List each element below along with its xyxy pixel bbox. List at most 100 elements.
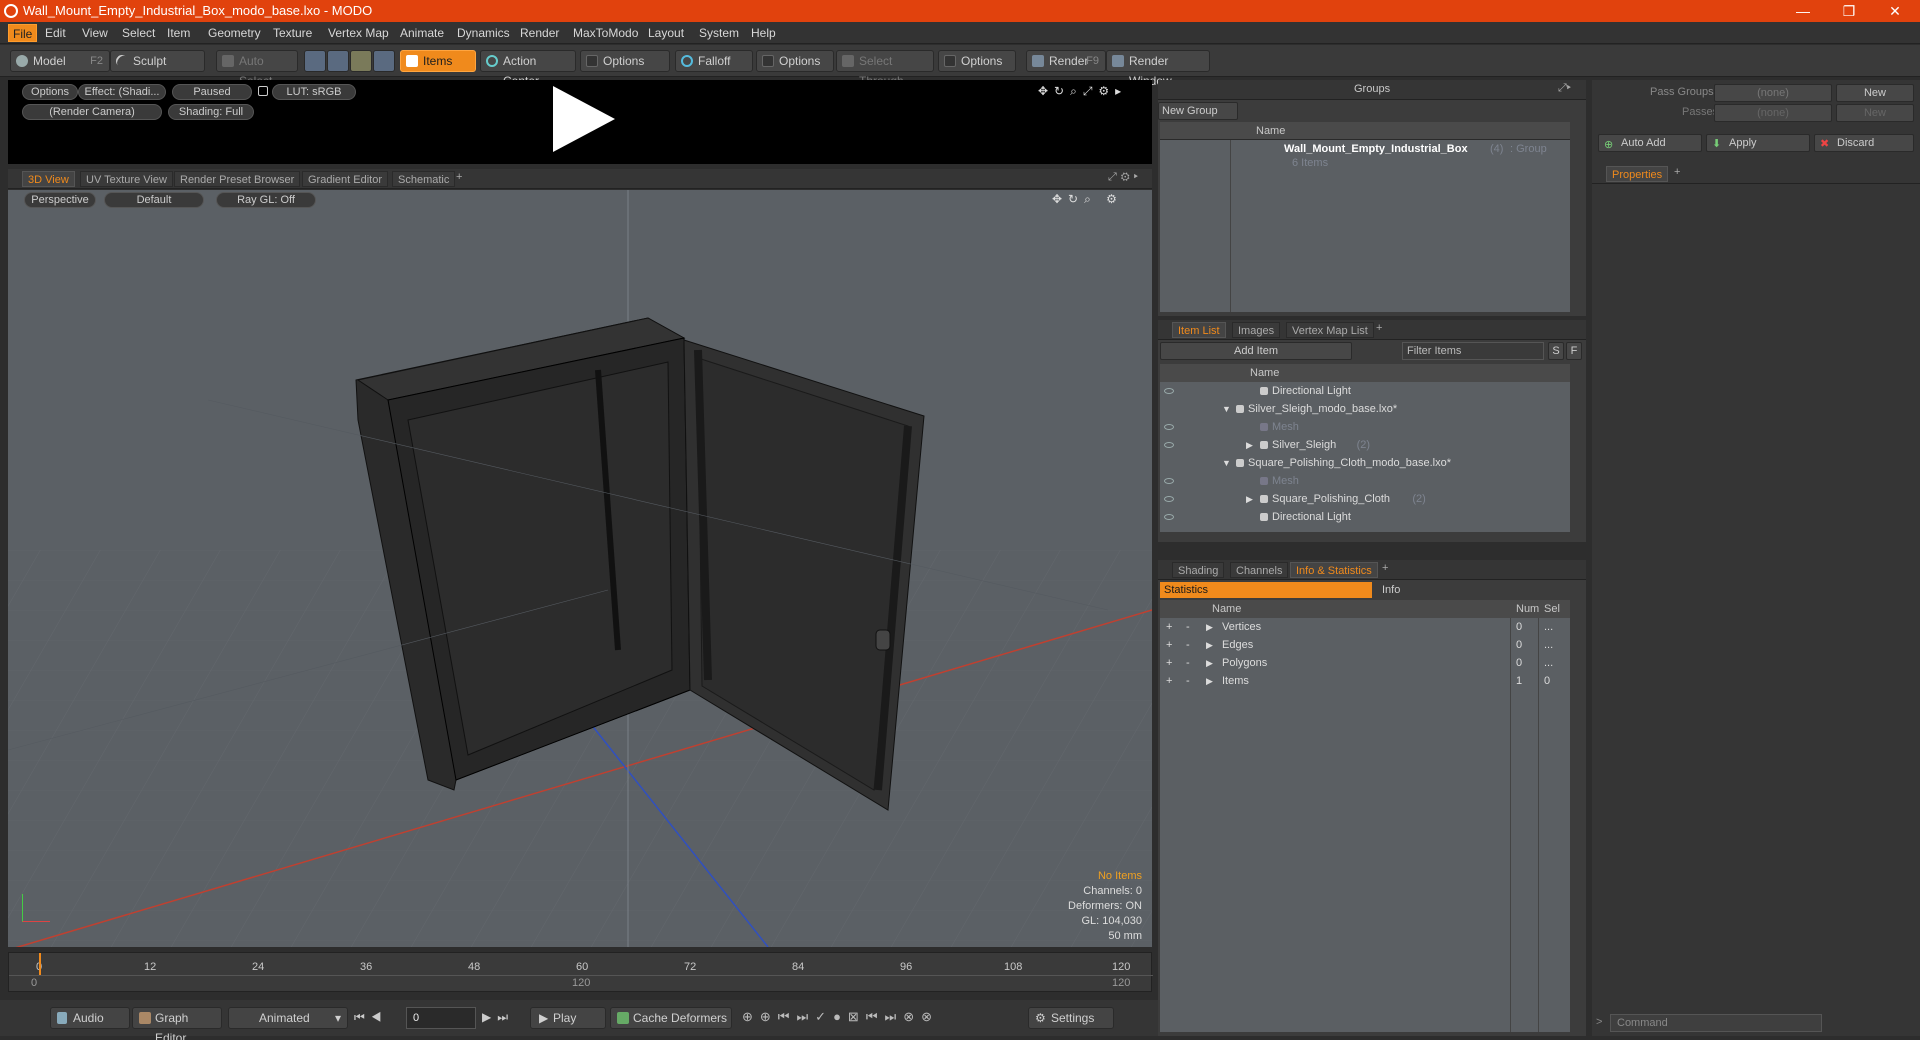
add-tab-icon-2[interactable]: + xyxy=(1376,322,1382,334)
menu-geometry[interactable]: Geometry xyxy=(208,26,261,40)
raygl-dropdown[interactable]: Ray GL: Off xyxy=(216,192,316,208)
passes-dropdown[interactable]: (none) xyxy=(1714,104,1832,122)
filter-items-input[interactable]: Filter Items xyxy=(1402,342,1544,360)
auto-select-button[interactable]: Auto Select xyxy=(216,50,298,88)
pass-groups-dropdown[interactable]: (none) xyxy=(1714,84,1832,102)
graph-editor-button[interactable]: Graph Editor xyxy=(132,1007,222,1040)
polygons-mode-icon[interactable] xyxy=(350,50,372,72)
item-list-row[interactable]: Mesh xyxy=(1160,472,1570,490)
visibility-eye-icon[interactable] xyxy=(1164,514,1174,520)
tab-channels[interactable]: Channels xyxy=(1230,562,1289,578)
preview-effect-dropdown[interactable]: Effect: (Shadi... xyxy=(78,84,166,100)
expand-right-icon[interactable]: ▶ xyxy=(1246,490,1253,508)
item-list-row[interactable]: ▶ Square_Polishing_Cloth (2) xyxy=(1160,490,1570,508)
info-subtab[interactable]: Info xyxy=(1378,582,1568,598)
falloff-options-button[interactable]: Options xyxy=(756,50,834,72)
menu-render[interactable]: Render xyxy=(520,26,559,40)
render-camera-dropdown[interactable]: (Render Camera) xyxy=(22,104,162,120)
perspective-dropdown[interactable]: Perspective xyxy=(24,192,96,208)
menu-system[interactable]: System xyxy=(699,26,739,40)
expand-right-icon[interactable]: ▶ xyxy=(1206,672,1213,690)
minus-icon[interactable]: - xyxy=(1186,672,1190,690)
playhead[interactable] xyxy=(39,953,41,975)
expand-right-icon[interactable]: ▶ xyxy=(1206,654,1213,672)
next-key-icons[interactable]: ▶⏭ xyxy=(482,1010,514,1025)
visibility-eye-icon[interactable] xyxy=(1164,442,1174,448)
settings-button[interactable]: ⚙ Settings xyxy=(1028,1007,1114,1029)
select-through-button[interactable]: Select Through xyxy=(836,50,934,88)
add-tab-icon-3[interactable]: + xyxy=(1382,562,1388,574)
item-list-row[interactable]: ▼ Square_Polishing_Cloth_modo_base.lxo* xyxy=(1160,454,1570,472)
stats-list[interactable]: + - ▶ Vertices 0... + - ▶ Edges 0... + - ▶ Polygons 0.… xyxy=(1160,618,1570,1032)
cache-deformers-button[interactable]: Cache Deformers xyxy=(610,1007,732,1029)
render-window-button[interactable]: Render Window xyxy=(1106,50,1210,88)
add-item-dropdown[interactable]: Add Item xyxy=(1160,342,1352,360)
prev-key-icons[interactable]: ⏮◀ xyxy=(354,1010,388,1025)
menu-animate[interactable]: Animate xyxy=(400,26,444,40)
falloff-button[interactable]: Falloff xyxy=(675,50,753,72)
lut-dropdown[interactable]: LUT: sRGB xyxy=(272,84,356,100)
lock-icon[interactable] xyxy=(258,86,268,96)
expand-down-icon[interactable]: ▼ xyxy=(1222,400,1231,418)
item-list-row[interactable]: ▶ Silver_Sleigh (2) xyxy=(1160,436,1570,454)
pass-groups-new-button[interactable]: New xyxy=(1836,84,1914,102)
stats-row[interactable]: + - ▶ Items 1 0 xyxy=(1160,672,1570,690)
vertices-mode-icon[interactable] xyxy=(304,50,326,72)
plus-icon[interactable]: + xyxy=(1166,672,1172,690)
groups-list[interactable]: Wall_Mount_Empty_Industrial_Box (4) : Gr… xyxy=(1160,140,1570,312)
select-through-options-button[interactable]: Options xyxy=(938,50,1016,72)
passes-new-button[interactable]: New xyxy=(1836,104,1914,122)
action-center-options-button[interactable]: Options xyxy=(580,50,670,72)
tab-gradient-editor[interactable]: Gradient Editor xyxy=(302,171,388,187)
default-style-dropdown[interactable]: Default xyxy=(104,192,204,208)
frame-input[interactable]: 0 xyxy=(406,1007,476,1029)
visibility-eye-icon[interactable] xyxy=(1164,388,1174,394)
menu-layout[interactable]: Layout xyxy=(648,26,684,40)
menu-view[interactable]: View xyxy=(82,26,108,40)
add-tab-icon[interactable]: + xyxy=(456,171,462,183)
item-list-row[interactable]: ▼ Silver_Sleigh_modo_base.lxo* xyxy=(1160,400,1570,418)
preview-nav-icons[interactable]: ✥↻⌕⤢⚙▸ xyxy=(1038,84,1127,99)
action-center-button[interactable]: Action Center xyxy=(480,50,576,88)
menu-maxtomodo[interactable]: MaxToModo xyxy=(573,26,638,40)
statistics-tab[interactable]: Statistics xyxy=(1160,582,1372,598)
expand-right-icon[interactable]: ▶ xyxy=(1246,436,1253,454)
model-button[interactable]: Model F2 xyxy=(10,50,110,72)
stats-row[interactable]: + - ▶ Polygons 0... xyxy=(1160,654,1570,672)
materials-mode-icon[interactable] xyxy=(373,50,395,72)
stats-row[interactable]: + - ▶ Vertices 0... xyxy=(1160,618,1570,636)
menu-file[interactable]: File xyxy=(8,24,38,42)
stats-row[interactable]: + - ▶ Edges 0... xyxy=(1160,636,1570,654)
timeline-ruler[interactable]: 0 12 24 36 48 60 72 84 96 108 120 0 120 … xyxy=(8,952,1153,992)
expand-down-icon[interactable]: ▼ xyxy=(1222,454,1231,472)
minus-icon[interactable]: - xyxy=(1186,636,1190,654)
visibility-eye-icon[interactable] xyxy=(1164,496,1174,502)
viewport-maximize-icons[interactable]: ⤢⚙▸ xyxy=(1108,171,1142,184)
plus-icon[interactable]: + xyxy=(1166,654,1172,672)
audio-button[interactable]: Audio xyxy=(50,1007,130,1029)
menu-item[interactable]: Item xyxy=(167,26,190,40)
minimize-button[interactable]: — xyxy=(1780,1,1826,21)
tab-uv-texture-view[interactable]: UV Texture View xyxy=(80,171,173,187)
auto-add-button[interactable]: ⊕ Auto Add xyxy=(1598,134,1702,152)
edges-mode-icon[interactable] xyxy=(327,50,349,72)
tab-vertex-map-list[interactable]: Vertex Map List xyxy=(1286,322,1374,338)
preview-options-button[interactable]: Options xyxy=(22,84,78,100)
command-input[interactable]: Command xyxy=(1610,1014,1822,1032)
item-list-row[interactable]: Directional Light xyxy=(1160,508,1570,526)
animated-dropdown[interactable]: Animated ▾ xyxy=(228,1007,348,1029)
play-button[interactable]: ▶ Play xyxy=(530,1007,606,1029)
tab-render-preset-browser[interactable]: Render Preset Browser xyxy=(174,171,301,187)
plus-icon[interactable]: + xyxy=(1166,618,1172,636)
discard-button[interactable]: ✖ Discard xyxy=(1814,134,1914,152)
apply-button[interactable]: ⬇ Apply xyxy=(1706,134,1810,152)
filter-f-button[interactable]: F xyxy=(1566,342,1582,360)
item-list-row[interactable]: Mesh xyxy=(1160,418,1570,436)
shading-dropdown[interactable]: Shading: Full xyxy=(168,104,254,120)
menu-edit[interactable]: Edit xyxy=(45,26,66,40)
preview-paused-button[interactable]: Paused xyxy=(172,84,252,100)
minus-icon[interactable]: - xyxy=(1186,654,1190,672)
item-list[interactable]: Directional Light ▼ Silver_Sleigh_modo_bas… xyxy=(1160,382,1570,532)
sculpt-button[interactable]: Sculpt xyxy=(110,50,205,72)
menu-dynamics[interactable]: Dynamics xyxy=(457,26,510,40)
